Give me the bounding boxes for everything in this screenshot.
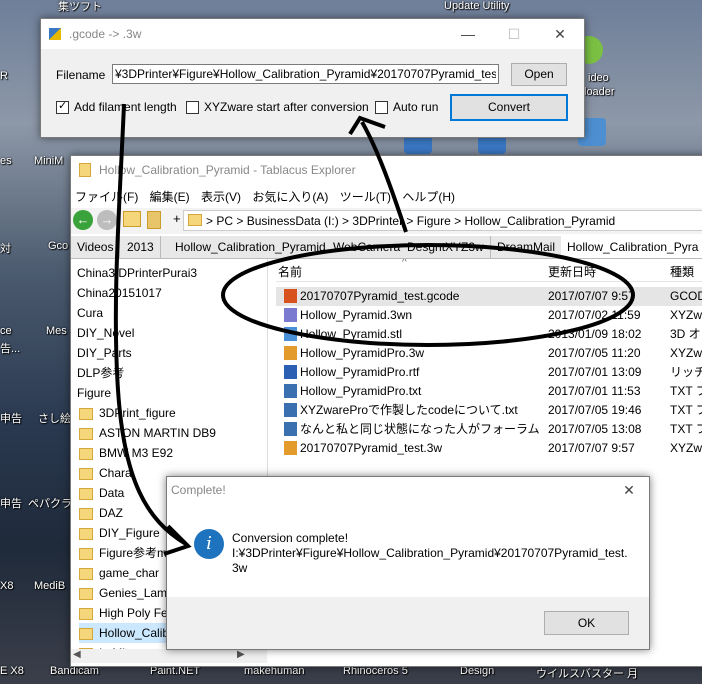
annotation-arrow-to-convert: [360, 121, 408, 233]
annotation-ellipse: [221, 243, 635, 347]
annotation-overlay: [113, 103, 635, 556]
annotation-arrow-to-dialog: [113, 103, 188, 546]
